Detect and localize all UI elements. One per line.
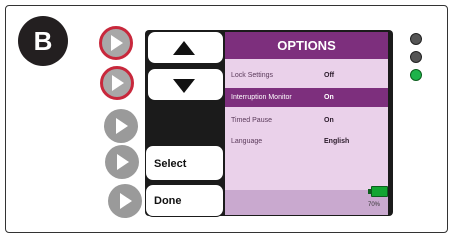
done-button-label: Done [154,195,182,207]
battery-percent: 70% [368,202,381,208]
down-arrow-icon [173,79,195,93]
option-label: Lock Settings [231,72,274,79]
battery-icon [371,186,388,197]
option-row-timed-pause[interactable]: Timed Pause On [225,111,388,130]
option-label: Timed Pause [231,117,272,124]
option-label: Language [231,138,263,145]
up-arrow-icon [173,41,195,55]
option-row-lock-settings[interactable]: Lock Settings Off [225,66,388,85]
side-button-1[interactable] [99,26,133,60]
side-button-5[interactable] [108,184,142,218]
play-icon [117,154,129,170]
play-icon [116,118,128,134]
select-button[interactable]: Select [145,145,224,181]
options-screen: OPTIONS Lock Settings Off Interruption M… [225,32,388,215]
indicator-light-1 [410,33,422,45]
side-button-4[interactable] [105,145,139,179]
play-icon [120,193,132,209]
indicator-light-2 [410,51,422,63]
option-value: Off [324,72,335,79]
down-button[interactable] [147,68,224,101]
up-button[interactable] [147,31,224,64]
screen-footer [225,190,388,215]
select-button-label: Select [154,158,187,170]
side-button-2[interactable] [100,66,134,100]
option-value: On [324,117,334,124]
play-icon [112,75,124,91]
panel-label-badge: B [18,16,68,66]
done-button[interactable]: Done [145,184,224,217]
screen-title: OPTIONS [225,32,388,59]
option-row-language[interactable]: Language English [225,132,388,151]
option-label: Interruption Monitor [231,94,292,101]
play-icon [111,35,123,51]
side-button-3[interactable] [104,109,138,143]
option-row-interruption-monitor[interactable]: Interruption Monitor On [225,88,388,107]
option-value: English [324,138,350,145]
option-value: On [324,94,334,101]
indicator-light-3 [410,69,422,81]
